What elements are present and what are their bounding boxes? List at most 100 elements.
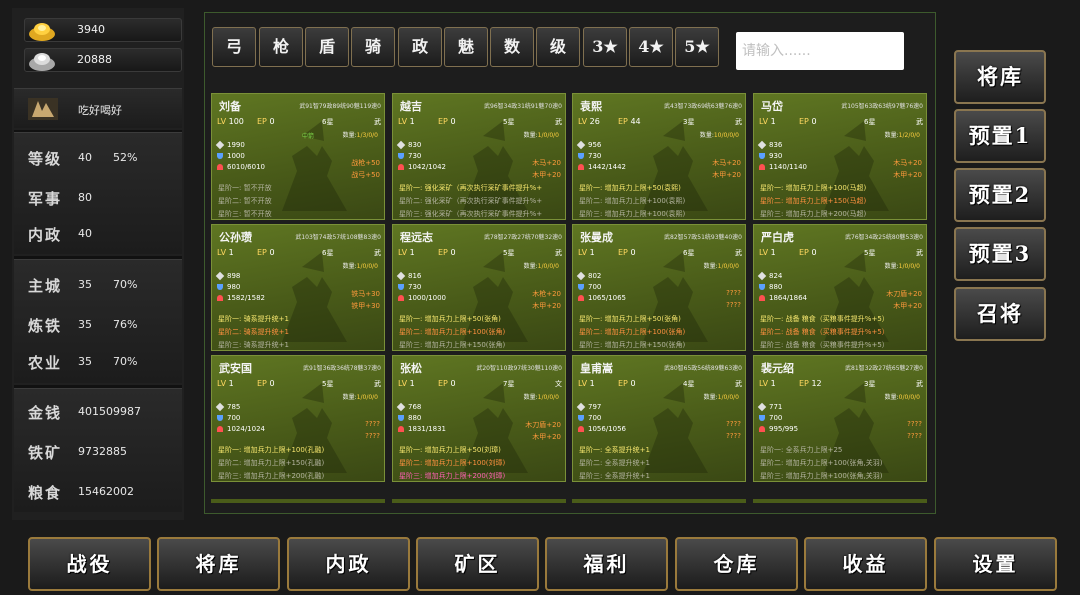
general-card[interactable]: 皇甫嵩 武80智65政56统89魅63速0 LV 1 EP 0 4星 武 数量:…: [572, 355, 746, 482]
general-level: LV 1: [578, 379, 595, 388]
material-grain: 粮食 15462002: [28, 484, 134, 502]
general-skill-1: 星阶一: 骑系提升统+1: [218, 315, 289, 323]
summon-general-button[interactable]: 召将: [954, 287, 1046, 341]
preset-1-button[interactable]: 预置1: [954, 109, 1046, 163]
general-skill-1: 星阶一: 全系兵力上限+25: [760, 446, 843, 454]
filter-button[interactable]: 4★: [629, 27, 673, 67]
nav-campaign[interactable]: 战役: [28, 537, 151, 591]
general-card[interactable]: 马岱 武105智63政63统97魅76速0 LV 1 EP 0 6星 武 数量:…: [753, 93, 927, 220]
general-equip-bonus-2: ????: [726, 432, 741, 440]
nav-domestic[interactable]: 内政: [287, 537, 410, 591]
card-row-strip: [753, 499, 927, 503]
general-attributes: 武80智65政56统89魅63速0: [664, 365, 742, 372]
nav-mining[interactable]: 矿区: [416, 537, 539, 591]
general-exp: EP 0: [257, 379, 275, 388]
general-defense: 880: [759, 283, 782, 291]
shield-icon: [759, 415, 765, 421]
filter-button[interactable]: 弓: [212, 27, 256, 67]
general-level: LV 1: [759, 117, 776, 126]
general-quantity: 数量:1/0/0/0: [342, 394, 378, 401]
shield-icon: [398, 415, 404, 421]
general-card[interactable]: 武安国 武91智36政36统78魅37速0 LV 1 EP 0 5星 武 数量:…: [211, 355, 385, 482]
general-exp: EP 0: [799, 117, 817, 126]
general-skill-3: 星阶三: 战备 粮食（买粮事件提升%+5）: [760, 341, 889, 349]
general-name: 刘备: [219, 100, 241, 113]
general-card[interactable]: 程远志 武78智27政27统70魅32速0 LV 1 EP 0 5星 武 数量:…: [392, 224, 566, 351]
search-input[interactable]: [736, 32, 904, 70]
general-skill-1: 星阶一: 增加兵力上限+50(张角): [399, 315, 501, 323]
general-attributes: 武91智79政89统90魅119速0: [299, 103, 381, 110]
general-type: 武: [916, 118, 923, 126]
shield-icon: [217, 415, 223, 421]
general-card[interactable]: 裴元绍 武81智32政27统65魅27速0 LV 1 EP 12 3星 武 数量…: [753, 355, 927, 482]
nav-welfare[interactable]: 福利: [545, 537, 668, 591]
general-star-rank: 3星: [683, 118, 695, 126]
general-skill-3: 星阶三: 增加兵力上限+200(马超): [760, 210, 867, 218]
general-card[interactable]: 严白虎 武76智34政25统80魅53速0 LV 1 EP 0 5星 武 数量:…: [753, 224, 927, 351]
gold-ingot-icon: [29, 23, 55, 41]
general-name: 越吉: [400, 100, 422, 113]
filter-button[interactable]: 骑: [351, 27, 395, 67]
filter-button[interactable]: 盾: [305, 27, 349, 67]
troops-icon: [759, 295, 765, 301]
general-attack: 1990: [215, 140, 245, 150]
general-troops: 6010/6010: [217, 163, 265, 171]
troops-icon: [217, 295, 223, 301]
general-name: 严白虎: [761, 231, 794, 244]
general-star-rank: 6星: [864, 118, 876, 126]
shield-icon: [398, 284, 404, 290]
general-skill-1: 星阶一: 增加兵力上限+100(孔融): [218, 446, 325, 454]
general-level: LV 1: [759, 379, 776, 388]
general-card[interactable]: 越吉 武96智34政31统91魅70速0 LV 1 EP 0 5星 武 数量:1…: [392, 93, 566, 220]
general-card[interactable]: 张松 武20智110政97统30魅110速0 LV 1 EP 0 7星 文 数量…: [392, 355, 566, 482]
general-equip-bonus-1: 木马+20: [712, 159, 741, 167]
general-name: 张曼成: [580, 231, 613, 244]
general-type: 武: [374, 249, 381, 257]
nav-general-storage[interactable]: 将库: [157, 537, 280, 591]
stat-politics: 内政 40: [28, 226, 92, 244]
general-quantity: 数量:10/0/0/0: [699, 132, 739, 139]
troops-icon: [578, 295, 584, 301]
general-card[interactable]: 张曼成 武82智57政51统93魅40速0 LV 1 EP 0 6星 武 数量:…: [572, 224, 746, 351]
filter-button[interactable]: 魅: [444, 27, 488, 67]
filter-button[interactable]: 数: [490, 27, 534, 67]
general-attributes: 武76智34政25统80魅53速0: [845, 234, 923, 241]
general-card[interactable]: 袁熙 武43智73政69统63魅76速0 LV 26 EP 44 3星 武 数量…: [572, 93, 746, 220]
nav-settings[interactable]: 设置: [934, 537, 1057, 591]
general-card[interactable]: 刘备 武91智79政89统90魅119速0 LV 100 EP 0 6星 武 中…: [211, 93, 385, 220]
general-troops: 1042/1042: [398, 163, 446, 171]
sword-icon: [396, 140, 406, 150]
general-quantity: 数量:1/0/0/0: [523, 263, 559, 270]
sword-icon: [396, 271, 406, 281]
general-skill-1: 星阶一: 暂不开放: [218, 184, 272, 192]
filter-button[interactable]: 3★: [583, 27, 627, 67]
general-type: 武: [916, 249, 923, 257]
materials-block: 金钱 401509987 铁矿 9732885 粮食 15462002: [14, 388, 182, 512]
nav-warehouse[interactable]: 仓库: [675, 537, 798, 591]
preset-2-button[interactable]: 预置2: [954, 168, 1046, 222]
general-quantity: 数量:1/0/0/0: [703, 263, 739, 270]
filter-button[interactable]: 5★: [675, 27, 719, 67]
general-storage-button[interactable]: 将库: [954, 50, 1046, 104]
general-card[interactable]: 公孙瓒 武103智74政57统108魅83速0 LV 1 EP 0 6星 武 数…: [211, 224, 385, 351]
preset-3-button[interactable]: 预置3: [954, 227, 1046, 281]
general-attributes: 武20智110政97统30魅110速0: [476, 365, 562, 372]
sword-icon: [396, 402, 406, 412]
filter-button[interactable]: 枪: [259, 27, 303, 67]
sword-icon: [757, 402, 767, 412]
player-stats-block: 等级 40 52% 军事 80 内政 40: [14, 132, 182, 254]
nav-income[interactable]: 收益: [804, 537, 927, 591]
general-equip-bonus-2: 木甲+20: [532, 433, 561, 441]
filter-button[interactable]: 级: [536, 27, 580, 67]
building-ironworks: 炼铁 35 76%: [28, 317, 138, 335]
general-equip-bonus-2: 木甲+20: [712, 171, 741, 179]
general-attributes: 武96智34政31统91魅70速0: [484, 103, 562, 110]
general-quantity: 数量:1/0/0/0: [342, 263, 378, 270]
general-skill-2: 星阶二: 增加兵力上限+150(孔融): [218, 459, 325, 467]
general-exp: EP 0: [438, 117, 456, 126]
general-name: 马岱: [761, 100, 783, 113]
general-equip-bonus-2: 战弓+50: [351, 171, 380, 179]
general-name: 皇甫嵩: [580, 362, 613, 375]
stat-military: 军事 80: [28, 190, 92, 208]
filter-button[interactable]: 政: [398, 27, 442, 67]
